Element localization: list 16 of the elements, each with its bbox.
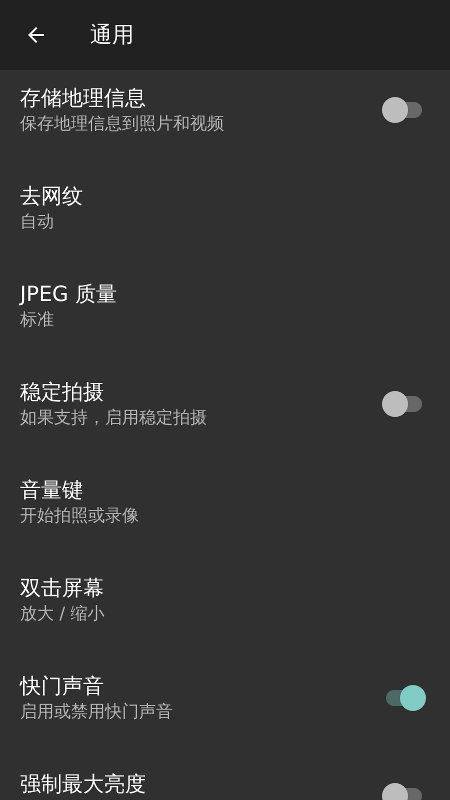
setting-summary: 标准 xyxy=(20,309,55,332)
setting-title[interactable]: 强制最大亮度 xyxy=(20,770,382,798)
setting-title[interactable]: 去网纹 xyxy=(20,182,426,210)
setting-title[interactable]: 快门声音 xyxy=(20,672,382,700)
setting-summary: 保存地理信息到照片和视频 xyxy=(20,113,225,136)
setting-summary: 如果支持，启用稳定拍摄 xyxy=(20,407,208,430)
setting-title[interactable]: JPEG 质量 xyxy=(20,280,426,308)
setting-summary: 开始拍照或录像 xyxy=(20,505,140,528)
setting-summary: 启用或禁用快门声音 xyxy=(20,701,174,724)
setting-title[interactable]: 音量键 xyxy=(20,476,426,504)
setting-title[interactable]: 双击屏幕 xyxy=(20,574,426,602)
setting-title[interactable]: 稳定拍摄 xyxy=(20,378,382,406)
setting-summary: 自动 xyxy=(20,211,55,234)
setting-summary: 放大 / 缩小 xyxy=(20,603,106,626)
screen-title: 通用 xyxy=(90,22,134,50)
setting-title[interactable]: 存储地理信息 xyxy=(20,84,382,112)
